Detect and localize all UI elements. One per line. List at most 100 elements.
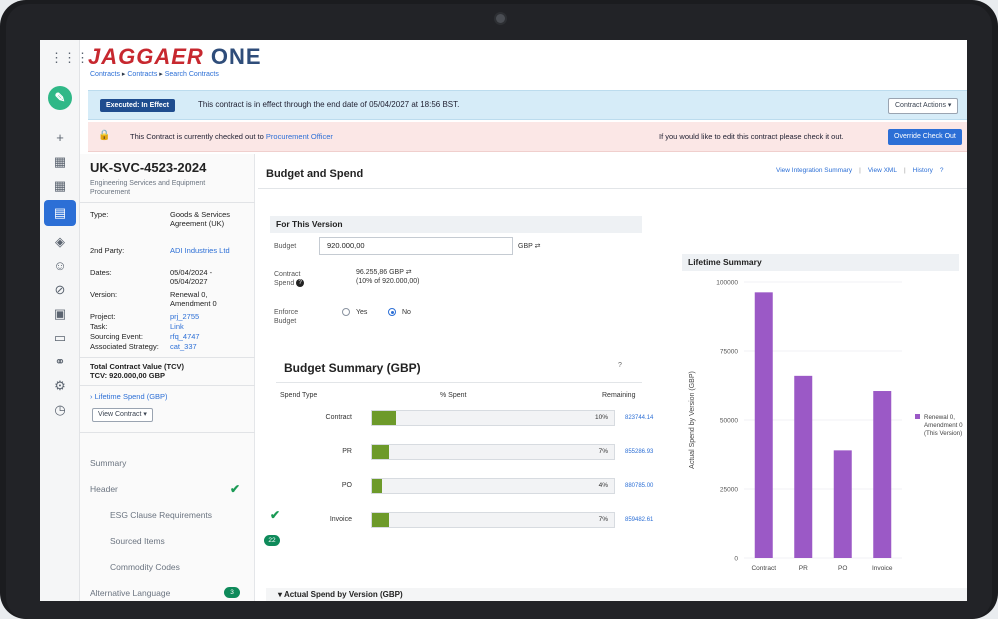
history-link[interactable]: History [913, 167, 933, 174]
sourcing-event-link[interactable]: rfq_4747 [170, 332, 248, 341]
nav-label: Alternative Language [90, 588, 171, 598]
count-badge: 22 [264, 535, 280, 546]
remaining-link[interactable]: 823744.14 [625, 415, 653, 421]
project-link[interactable]: prj_2755 [170, 312, 248, 321]
spend-percent: 7% [598, 448, 608, 455]
second-party-link[interactable]: ADI Industries Ltd [170, 246, 248, 255]
chart-bar [754, 292, 773, 558]
spend-bar-fill [372, 411, 396, 425]
contract-spend-label: Contract Spend ? [274, 270, 314, 288]
brand-suffix: ONE [210, 44, 262, 69]
currency-swap-icon: ⇄ [405, 269, 412, 276]
breadcrumb-contracts[interactable]: Contracts [127, 71, 157, 78]
history-icon[interactable]: ◷ [50, 400, 70, 420]
meta-type: Type: Goods & Services Agreement (UK) [90, 210, 250, 240]
actual-spend-section[interactable]: ▾ Actual Spend by Version (GBP) [266, 588, 967, 601]
spend-bar-fill [372, 479, 382, 493]
divider [276, 382, 642, 383]
count-badge: 3 [224, 587, 240, 598]
nav-sourced-items[interactable]: Sourced Items 22 [110, 535, 280, 546]
separator: | [903, 167, 906, 174]
spend-percent: 4% [598, 482, 608, 489]
tcv-value: TCV: 920.000,00 GBP [90, 371, 166, 380]
nav-alternative-language[interactable]: Alternative Language 3 [90, 587, 250, 598]
tag-icon[interactable]: ◈ [50, 232, 70, 252]
meta-key: Project: [90, 312, 116, 321]
chart-bar [794, 375, 813, 558]
nav-commodity-codes[interactable]: Commodity Codes [110, 562, 270, 572]
link-icon[interactable]: ⚭ [50, 352, 70, 372]
view-integration-summary-link[interactable]: View Integration Summary [776, 167, 852, 174]
breadcrumb-contracts-root[interactable]: Contracts [90, 71, 120, 78]
spend-type-label: PO [341, 482, 352, 489]
budget-currency-code: GBP [518, 243, 533, 250]
override-checkout-button[interactable]: Override Check Out [888, 129, 962, 145]
remaining-link[interactable]: 859482.61 [625, 517, 653, 523]
view-xml-link[interactable]: View XML [868, 167, 897, 174]
meta-strategy: Associated Strategy: cat_337 [90, 342, 250, 352]
budget-currency: GBP ⇄ [518, 242, 540, 251]
contract-actions-label: Contract Actions [895, 102, 946, 109]
legend-label: (This Version) [924, 430, 962, 437]
apps-grid-icon[interactable]: ⋮⋮⋮ [50, 48, 89, 68]
nav-header[interactable]: Header ✔ [90, 482, 250, 496]
col-percent-spent: % Spent [440, 392, 467, 399]
budget-summary-title: Budget Summary (GBP) [284, 361, 421, 375]
spend-bar-track: 7% [371, 444, 615, 460]
users-icon[interactable]: ☺ [50, 256, 70, 276]
x-tick-label: Contract [751, 565, 776, 572]
settings-icon[interactable]: ⚙ [50, 376, 70, 396]
view-contract-button[interactable]: View Contract ▾ [92, 408, 153, 422]
spend-type-label: Contract [325, 414, 352, 421]
task-link[interactable]: Link [170, 322, 248, 331]
dashboard-icon[interactable]: ▦ [50, 152, 70, 172]
lifetime-spend-link[interactable]: › Lifetime Spend (GBP) [90, 392, 168, 401]
meta-project: Project: prj_2755 [90, 312, 250, 322]
strategy-link[interactable]: cat_337 [170, 342, 248, 351]
y-axis-label: Actual Spend by Version (GBP) [689, 371, 696, 469]
y-tick-label: 75000 [720, 349, 738, 356]
contracts-icon[interactable]: ▤ [44, 200, 76, 226]
nav-label: Commodity Codes [110, 562, 180, 572]
budget-label: Budget [274, 243, 297, 250]
nav-esg-clause[interactable]: ESG Clause Requirements ✔ [110, 508, 280, 522]
meta-key: Task: [90, 322, 108, 331]
enforce-yes-radio[interactable] [342, 308, 350, 316]
status-badge: Executed: In Effect [100, 99, 176, 112]
contract-id: UK-SVC-4523-2024 [90, 160, 207, 175]
home-logo-icon[interactable]: ✎ [48, 86, 72, 110]
help-icon[interactable]: ? [940, 167, 944, 174]
col-spend-type: Spend Type [280, 392, 318, 399]
checkout-owner-link[interactable]: Procurement Officer [266, 132, 333, 141]
meta-value: Renewal 0, Amendment 0 [170, 290, 217, 308]
divider [80, 357, 255, 358]
grid-icon[interactable]: ▦ [50, 176, 70, 196]
checkmark-icon: ✔ [269, 508, 280, 522]
lifetime-chart: 0 25000 50000 75000 100000 Actual Spend by Ve… [689, 280, 963, 573]
inbox-icon[interactable]: ▭ [50, 328, 70, 348]
meta-key: Type: [90, 210, 109, 219]
budget-input[interactable]: 920.000,00 [319, 237, 513, 255]
help-icon[interactable]: ? [618, 362, 622, 369]
left-rail: ⋮⋮⋮ ✎ + ▦ ▦ ▤ ◈ ☺ ⊘ ▣ ▭ ⚭ ⚙ ◷ [40, 40, 89, 601]
lifetime-spend-label: Lifetime Spend (GBP) [94, 392, 168, 401]
status-banner: Executed: In Effect This contract is in … [88, 90, 967, 120]
meta-value: Goods & Services Agreement (UK) [170, 210, 231, 228]
contract-actions-button[interactable]: Contract Actions ▾ [888, 98, 959, 114]
version-section-header: For This Version [270, 216, 642, 233]
spend-percent: 7% [598, 516, 608, 523]
tcv-block: Total Contract Value (TCV) TCV: 920.000,0… [90, 362, 184, 380]
chevron-down-icon: ▾ [143, 411, 147, 418]
breadcrumb-search-contracts[interactable]: Search Contracts [165, 71, 219, 78]
y-tick-label: 0 [734, 556, 738, 563]
spend-percent: 10% [594, 414, 608, 421]
document-icon[interactable]: ▣ [50, 304, 70, 324]
enforce-no-radio[interactable] [388, 308, 396, 316]
add-icon[interactable]: + [50, 128, 70, 148]
nav-summary[interactable]: Summary [90, 458, 250, 468]
remaining-link[interactable]: 855286.93 [625, 449, 653, 455]
check-circle-icon[interactable]: ⊘ [50, 280, 70, 300]
remaining-link[interactable]: 880785.00 [625, 483, 653, 489]
info-icon[interactable]: ? [296, 279, 305, 288]
tcv-label: Total Contract Value (TCV) [90, 362, 185, 371]
